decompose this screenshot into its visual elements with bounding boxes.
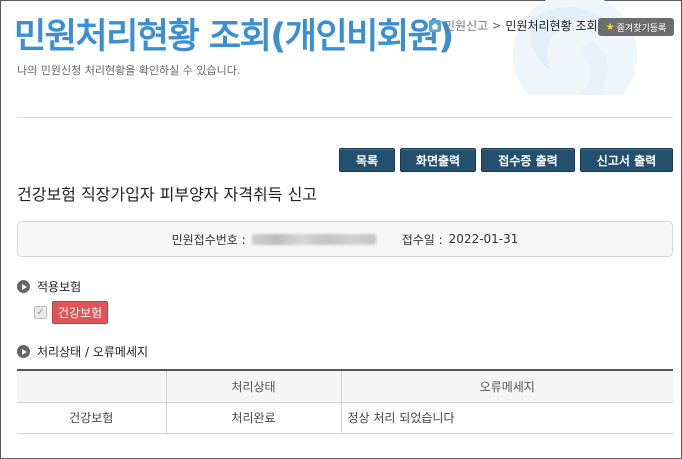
column-header-insurance — [17, 370, 166, 403]
health-insurance-badge: 건강보험 — [52, 301, 109, 324]
row-status: 처리완료 — [165, 402, 341, 434]
page-subtitle: 나의 민원신청 처리현황을 확인하실 수 있습니다. — [17, 64, 241, 77]
insurance-section-title: 적용보험 — [37, 280, 82, 294]
home-icon[interactable] — [429, 19, 441, 32]
page-title: 민원처리현황 조회(개인비회원) — [14, 17, 454, 57]
document-title: 건강보험 직장가입자 피부양자 자격취득 신고 — [17, 185, 318, 204]
bullet-arrow-icon — [17, 280, 30, 293]
print-screen-button[interactable]: 화면출력 — [400, 148, 476, 172]
status-section-heading: 처리상태 / 오류메세지 — [17, 343, 148, 360]
breadcrumb-separator: > — [492, 19, 502, 32]
header-divider — [17, 117, 673, 118]
bullet-arrow-icon — [17, 345, 30, 358]
row-message: 정상 처리 되었습니다 — [340, 402, 673, 434]
receipt-info-box: 민원접수번호 : 접수일 : 2022-01-31 — [17, 221, 673, 257]
list-button[interactable]: 목록 — [339, 148, 395, 172]
column-header-message: 오류메세지 — [340, 370, 673, 403]
receipt-date-label: 접수일 : — [401, 232, 443, 247]
row-insurance: 건강보험 — [17, 402, 166, 434]
status-table-header: 처리상태 오류메세지 — [17, 370, 673, 403]
print-report-button[interactable]: 신고서 출력 — [580, 148, 673, 172]
table-row: 건강보험 처리완료 정상 처리 되었습니다 — [17, 402, 673, 434]
breadcrumb-link-complaint[interactable]: 민원신고 — [444, 17, 488, 34]
insurance-check-row: ✓ 건강보험 — [34, 301, 109, 324]
star-icon: ★ — [605, 21, 615, 33]
breadcrumb: 민원신고 > 민원처리현황 조회 — [429, 17, 598, 34]
add-favorite-label: 즐겨찾기등록 — [616, 23, 667, 34]
breadcrumb-current: 민원처리현황 조회 — [505, 19, 598, 33]
health-insurance-checkbox[interactable]: ✓ — [34, 306, 47, 319]
receipt-number-redacted — [251, 233, 376, 245]
watermark-logo — [513, 0, 637, 95]
receipt-date-value: 2022-01-31 — [448, 232, 519, 246]
column-header-status: 처리상태 — [165, 370, 341, 403]
print-receipt-button[interactable]: 접수증 출력 — [481, 148, 575, 172]
insurance-section-heading: 적용보험 — [17, 278, 81, 295]
add-favorite-button[interactable]: ★ 즐겨찾기등록 — [598, 18, 674, 36]
status-table: 처리상태 오류메세지 건강보험 처리완료 정상 처리 되었습니다 — [17, 369, 673, 434]
receipt-number-label: 민원접수번호 : — [171, 232, 246, 247]
status-section-title: 처리상태 / 오류메세지 — [37, 345, 149, 359]
